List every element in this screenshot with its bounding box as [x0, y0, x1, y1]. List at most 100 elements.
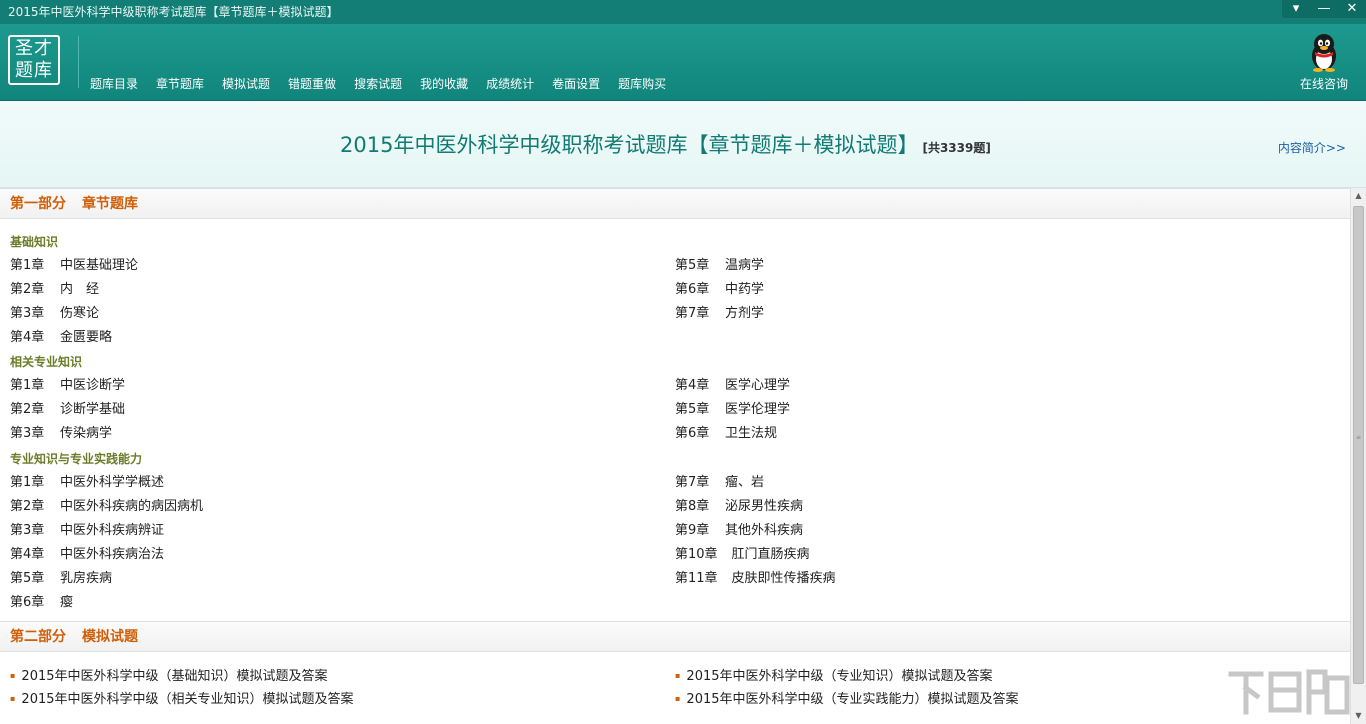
- chapter-name: 医学心理学: [725, 378, 791, 393]
- chapter-number: 第5章: [675, 258, 710, 273]
- chapter-number: 第3章: [10, 426, 45, 441]
- chapter-item[interactable]: 第10章 肛门直肠疾病: [675, 543, 836, 567]
- chapter-list: 第1章 中医诊断学 第2章 诊断学基础 第3章 传染病学 第4章 医学心理学 第5章 医学…: [0, 374, 1350, 447]
- chapter-number: 第2章: [10, 282, 45, 297]
- chapter-number: 第5章: [10, 571, 45, 586]
- section-header-part2: 第二部分 模拟试题: [0, 621, 1350, 652]
- chapter-item[interactable]: 第2章 诊断学基础: [10, 398, 125, 422]
- chapter-number: 第6章: [675, 426, 710, 441]
- window-titlebar: 2015年中医外科学中级职称考试题库【章节题库＋模拟试题】 ▾ — ✕: [0, 0, 1366, 24]
- mock-exam-link[interactable]: 2015年中医外科学中级（专业知识）模拟试题及答案: [675, 664, 1019, 687]
- chapter-name: 伤寒论: [60, 306, 100, 321]
- nav-menu: 题库目录 章节题库 模拟试题 错题重做 搜索试题 我的收藏 成绩统计 卷面设置 …: [81, 75, 675, 93]
- chapter-item[interactable]: 第3章 中医外科疾病辨证: [10, 519, 203, 543]
- chapter-item[interactable]: 第1章 中医基础理论: [10, 254, 138, 278]
- chapter-number: 第1章: [10, 258, 45, 273]
- chapter-item[interactable]: 第6章 中药学: [675, 278, 764, 302]
- chapter-item[interactable]: 第8章 泌尿男性疾病: [675, 495, 836, 519]
- chapter-name: 中医外科学学概述: [60, 475, 165, 490]
- chapter-number: 第9章: [675, 523, 710, 538]
- mock-exam-link[interactable]: 2015年中医外科学中级（基础知识）模拟试题及答案: [10, 664, 354, 687]
- chapter-number: 第1章: [10, 475, 45, 490]
- window-controls: ▾ — ✕: [1282, 0, 1366, 18]
- chapter-item[interactable]: 第9章 其他外科疾病: [675, 519, 836, 543]
- minimize-button[interactable]: —: [1310, 0, 1338, 18]
- nav-item-favorites[interactable]: 我的收藏: [411, 75, 477, 93]
- chapter-name: 金匮要略: [60, 330, 113, 345]
- chapter-item[interactable]: 第4章 中医外科疾病治法: [10, 543, 203, 567]
- chapter-number: 第4章: [10, 330, 45, 345]
- chapter-column-left: 第1章 中医诊断学 第2章 诊断学基础 第3章 传染病学: [10, 374, 125, 446]
- nav-item-stats[interactable]: 成绩统计: [477, 75, 543, 93]
- online-consult-button[interactable]: 在线咨询: [1297, 32, 1351, 92]
- menu-dropdown-button[interactable]: ▾: [1282, 0, 1310, 18]
- nav-item-catalog[interactable]: 题库目录: [81, 75, 147, 93]
- logo-text-bottom: 题库: [15, 60, 53, 81]
- scrollbar-thumb[interactable]: ≡: [1353, 206, 1364, 684]
- group-title: 相关专业知识: [10, 355, 83, 369]
- chapter-item[interactable]: 第2章内 经: [10, 278, 138, 302]
- chapter-column-right: 第7章 瘤、岩 第8章 泌尿男性疾病 第9章 其他外科疾病 第10章 肛门直肠疾病 第1…: [675, 471, 836, 591]
- chapter-item[interactable]: 第11章 皮肤即性传播疾病: [675, 567, 836, 591]
- mock-column-left: 2015年中医外科学中级（基础知识）模拟试题及答案 2015年中医外科学中级（相…: [10, 664, 354, 710]
- chapter-name: 温病学: [725, 258, 765, 273]
- intro-link[interactable]: 内容简介>>: [1278, 139, 1346, 156]
- vertical-scrollbar[interactable]: ▲ ≡ ▼: [1350, 188, 1366, 724]
- chapter-item[interactable]: 第7章 瘤、岩: [675, 471, 836, 495]
- chapter-item[interactable]: 第7章 方剂学: [675, 302, 764, 326]
- chapter-item[interactable]: 第3章 伤寒论: [10, 302, 138, 326]
- chapter-name: 瘿: [60, 595, 74, 610]
- chapter-item[interactable]: 第5章 温病学: [675, 254, 764, 278]
- chapter-column-left: 第1章 中医外科学学概述 第2章 中医外科疾病的病因病机 第3章 中医外科疾病辨证 第…: [10, 471, 203, 615]
- chapter-column-right: 第5章 温病学 第6章 中药学 第7章 方剂学: [675, 254, 764, 326]
- chapter-item[interactable]: 第5章 乳房疾病: [10, 567, 203, 591]
- chapter-item[interactable]: 第1章 中医外科学学概述: [10, 471, 203, 495]
- chapter-column-right: 第4章 医学心理学 第5章 医学伦理学 第6章 卫生法规: [675, 374, 790, 446]
- chapter-group-related: 相关专业知识 第1章 中医诊断学 第2章 诊断学基础 第3章 传染病学 第4章 医学心理…: [0, 350, 1350, 447]
- chapter-name: 肛门直肠疾病: [731, 547, 810, 562]
- chapter-number: 第4章: [675, 378, 710, 393]
- chapter-number: 第4章: [10, 547, 45, 562]
- chapter-column-left: 第1章 中医基础理论 第2章内 经 第3章 伤寒论 第4章 金匮要略: [10, 254, 138, 350]
- chapter-name: 中医外科疾病治法: [60, 547, 165, 562]
- nav-item-redo-wrong[interactable]: 错题重做: [279, 75, 345, 93]
- mock-exam-link[interactable]: 2015年中医外科学中级（专业实践能力）模拟试题及答案: [675, 687, 1018, 710]
- chapter-name: 中医外科疾病的病因病机: [60, 499, 204, 514]
- chapter-number: 第7章: [675, 475, 710, 490]
- chapter-item[interactable]: 第6章 卫生法规: [675, 422, 790, 446]
- nav-item-purchase[interactable]: 题库购买: [609, 75, 675, 93]
- chapter-item[interactable]: 第4章 金匮要略: [10, 326, 138, 350]
- scroll-up-icon[interactable]: ▲: [1351, 188, 1366, 204]
- chapter-item[interactable]: 第5章 医学伦理学: [675, 398, 790, 422]
- chapter-list: 第1章 中医外科学学概述 第2章 中医外科疾病的病因病机 第3章 中医外科疾病辨证 第…: [0, 471, 1350, 621]
- online-consult-label: 在线咨询: [1299, 77, 1348, 91]
- app-logo: 圣才 题库: [8, 35, 60, 85]
- chapter-number: 第6章: [675, 282, 710, 297]
- nav-item-mock-exam[interactable]: 模拟试题: [213, 75, 279, 93]
- chapter-number: 第3章: [10, 523, 45, 538]
- chapter-item[interactable]: 第6章瘿: [10, 591, 203, 615]
- window-title: 2015年中医外科学中级职称考试题库【章节题库＋模拟试题】: [8, 5, 339, 19]
- chapter-item[interactable]: 第4章 医学心理学: [675, 374, 790, 398]
- close-button[interactable]: ✕: [1338, 0, 1366, 18]
- chapter-name: 方剂学: [725, 306, 765, 321]
- grip-icon: ≡: [1356, 434, 1362, 441]
- chapter-item[interactable]: 第3章 传染病学: [10, 422, 125, 446]
- page-title: 2015年中医外科学中级职称考试题库【章节题库＋模拟试题】 [共3339题]: [340, 129, 991, 159]
- nav-item-chapter-bank[interactable]: 章节题库: [147, 75, 213, 93]
- section-header-part1: 第一部分 章节题库: [0, 188, 1350, 219]
- scroll-down-icon[interactable]: ▼: [1351, 708, 1366, 724]
- nav-item-settings[interactable]: 卷面设置: [543, 75, 609, 93]
- section-part1-label: 第一部分: [10, 196, 66, 212]
- group-title: 基础知识: [10, 235, 59, 249]
- section-part2-title: 模拟试题: [82, 629, 138, 645]
- chapter-item[interactable]: 第1章 中医诊断学: [10, 374, 125, 398]
- mock-exam-link[interactable]: 2015年中医外科学中级（相关专业知识）模拟试题及答案: [10, 687, 353, 710]
- main-content: 第一部分 章节题库 基础知识 第1章 中医基础理论 第2章内 经 第3章 伤寒论 第4…: [0, 188, 1350, 724]
- chapter-name: 内 经: [60, 282, 100, 297]
- mock-column-right: 2015年中医外科学中级（专业知识）模拟试题及答案 2015年中医外科学中级（专…: [675, 664, 1019, 710]
- chapter-item[interactable]: 第2章 中医外科疾病的病因病机: [10, 495, 203, 519]
- chapter-name: 其他外科疾病: [725, 523, 804, 538]
- nav-item-search[interactable]: 搜索试题: [345, 75, 411, 93]
- chapter-name: 中医诊断学: [60, 378, 126, 393]
